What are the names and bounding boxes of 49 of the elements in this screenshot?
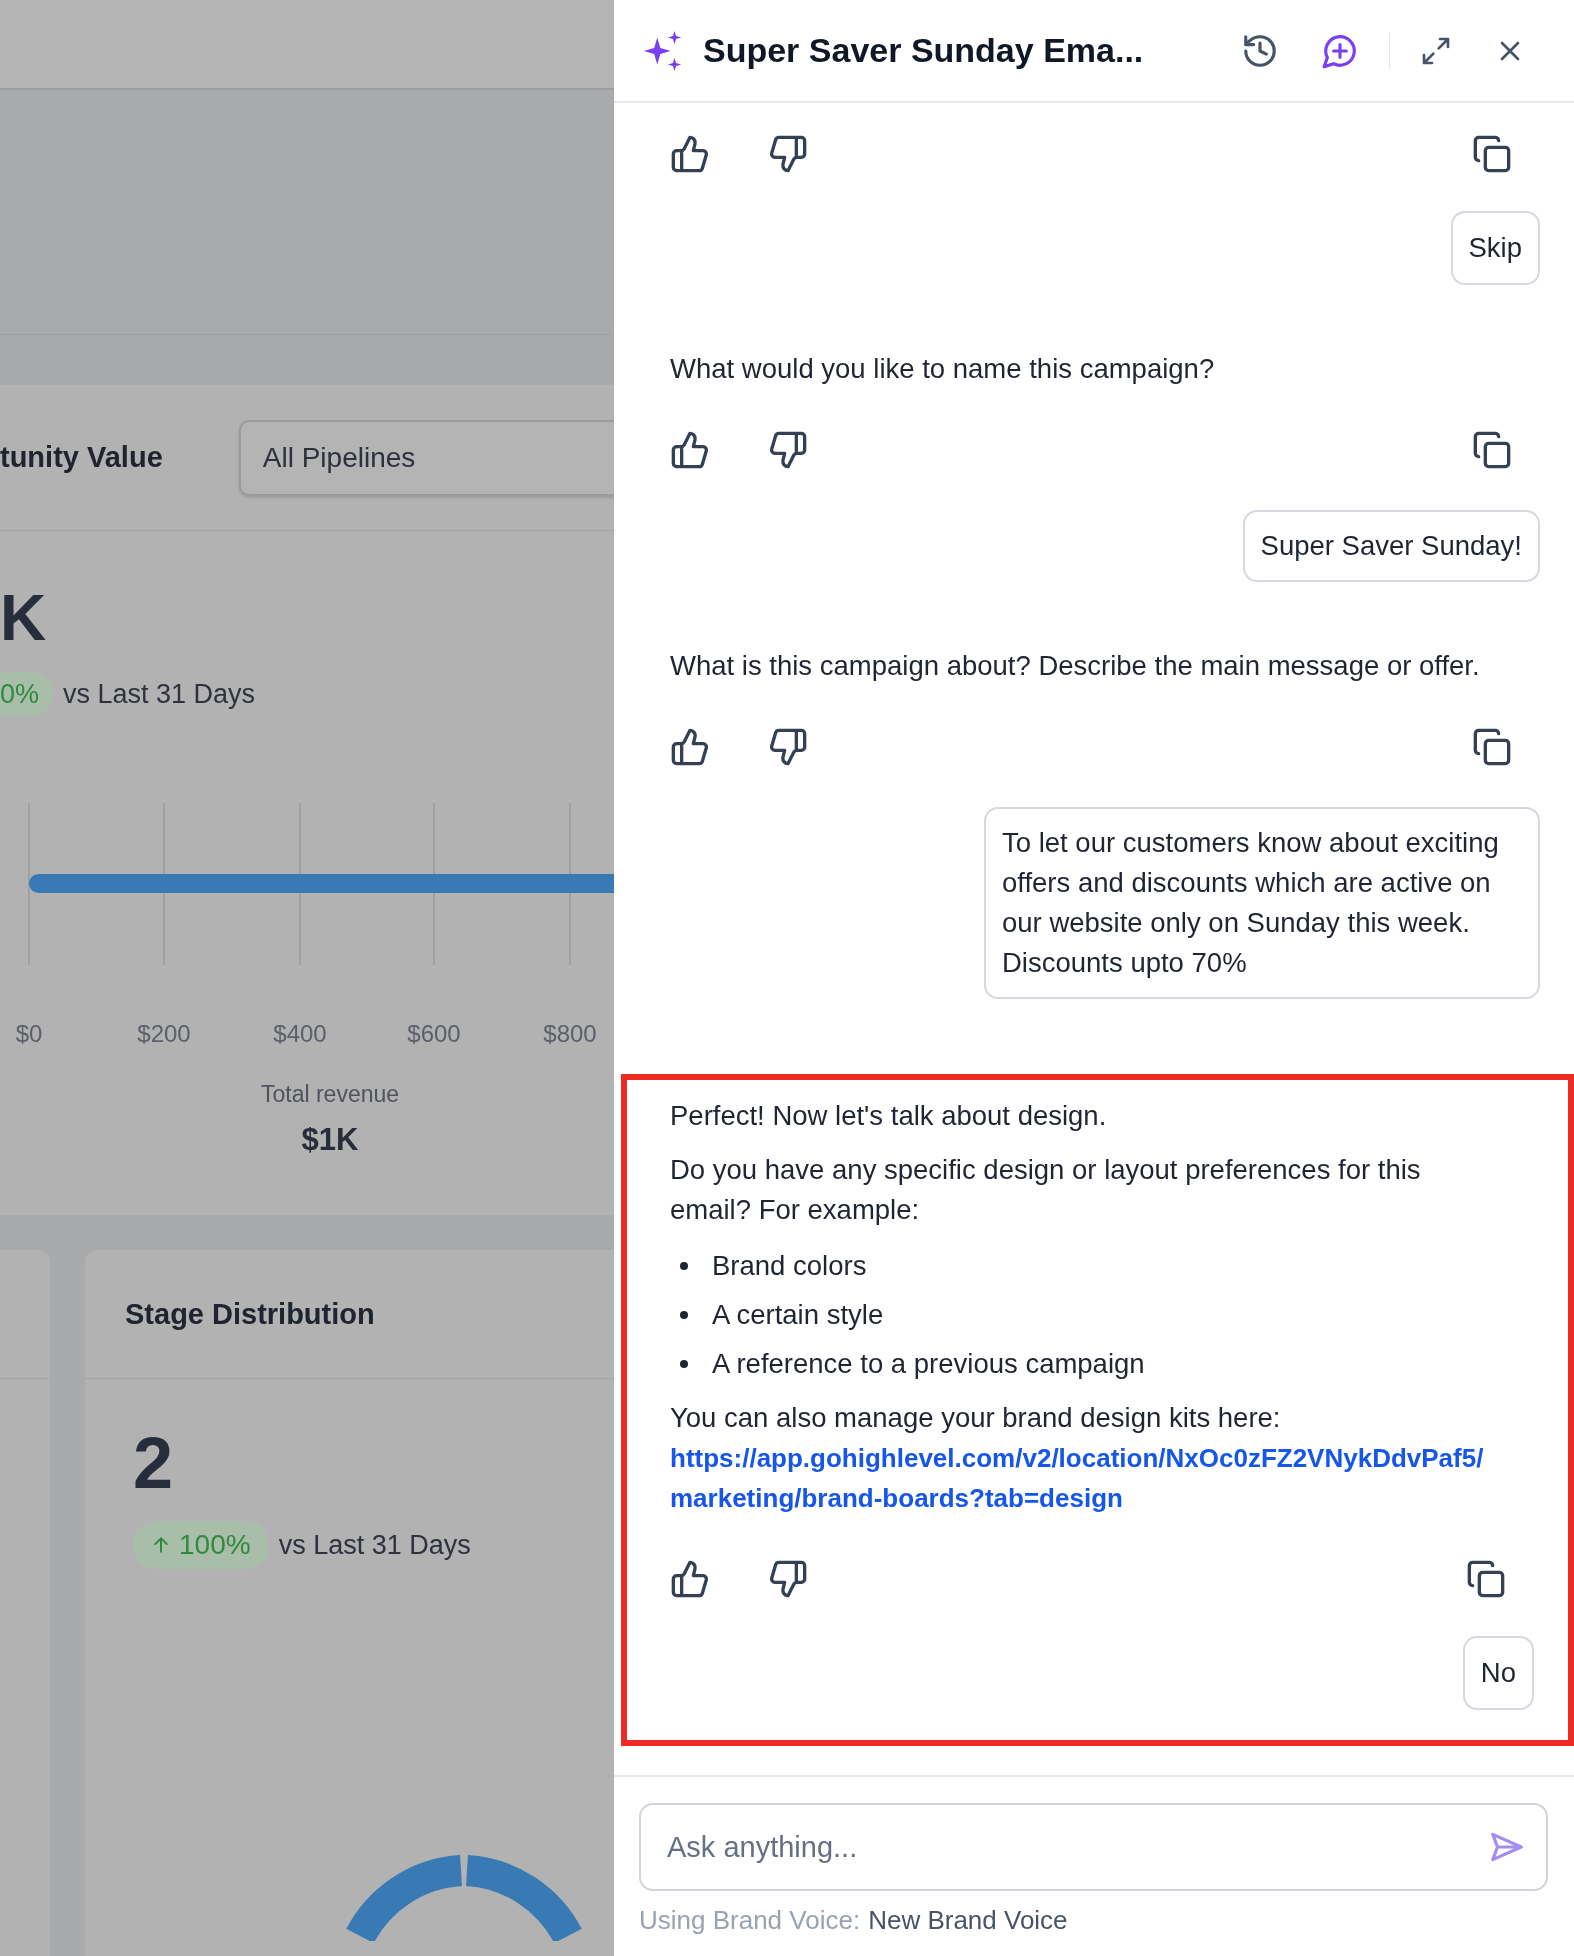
quick-reply-button[interactable]: No: [1462, 1636, 1534, 1710]
axis-label: $600: [407, 1020, 461, 1047]
message-text: What would you like to name this campaign?: [670, 352, 1216, 386]
message-text: You can also manage your brand design kits here:: [670, 1401, 1282, 1435]
thumbs-down-icon[interactable]: [768, 727, 808, 767]
message-text: Do you have any specific design or layout preferences for this email? For example:: [670, 1153, 1422, 1227]
copy-icon[interactable]: [1466, 1559, 1506, 1599]
bullet-dot: [680, 1262, 688, 1270]
thumbs-up-icon[interactable]: [670, 1559, 710, 1599]
arrow-up-icon: [151, 1535, 171, 1555]
total-label: Total revenue: [260, 1081, 400, 1108]
card-title: Stage Distribution: [125, 1297, 375, 1331]
brand-voice-value: New Brand Voice: [868, 1905, 1068, 1936]
list-item: Brand colors: [712, 1249, 867, 1283]
thumbs-up-icon[interactable]: [670, 430, 710, 470]
message-text: Perfect! Now let's talk about design.: [670, 1099, 1108, 1133]
list-item: A reference to a previous campaign: [712, 1347, 1145, 1381]
change-badge: 100%: [133, 1521, 269, 1569]
metric-value: 2: [133, 1427, 174, 1499]
thumbs-up-icon[interactable]: [670, 134, 710, 174]
bullet-dot: [680, 1311, 688, 1319]
axis-label: $0: [15, 1020, 43, 1047]
card-title: tunity Value: [0, 441, 163, 474]
chat-input[interactable]: Ask anything...: [639, 1803, 1548, 1891]
message-text: What is this campaign about? Describe the main message or offer.: [670, 649, 1481, 683]
user-message: To let our customers know about exciting offers and discounts which are active on our website only on Sunday this week. Discounts upto 70%: [984, 807, 1540, 999]
thumbs-down-icon[interactable]: [768, 430, 808, 470]
user-message: Super Saver Sunday!: [1242, 510, 1540, 582]
copy-icon[interactable]: [1472, 430, 1512, 470]
list-item: A certain style: [712, 1298, 884, 1332]
thumbs-up-icon[interactable]: [670, 727, 710, 767]
metric-value: K: [0, 586, 47, 650]
thumbs-down-icon[interactable]: [768, 134, 808, 174]
axis-label: $800: [543, 1020, 597, 1047]
total-value: $1K: [301, 1122, 359, 1158]
brand-voice-label: Using Brand Voice:: [639, 1905, 861, 1936]
bullet-dot: [680, 1360, 688, 1368]
axis-label: $400: [273, 1020, 327, 1047]
comparison-text: vs Last 31 Days: [278, 1529, 471, 1561]
panel-title: Super Saver Sunday Ema...: [703, 31, 1144, 70]
comparison-text: vs Last 31 Days: [63, 678, 256, 710]
quick-reply-button[interactable]: Skip: [1450, 211, 1540, 285]
thumbs-down-icon[interactable]: [768, 1559, 808, 1599]
change-badge: 0%: [0, 672, 54, 716]
copy-icon[interactable]: [1472, 727, 1512, 767]
pipeline-select[interactable]: All Pipelines: [238, 419, 614, 496]
copy-icon[interactable]: [1472, 134, 1512, 174]
link[interactable]: https://app.gohighlevel.com/v2/location/NxOc0zFZ2VNykDdvPaf5/marketing/brand-boards?tab=design: [670, 1438, 1500, 1518]
axis-label: $200: [137, 1020, 191, 1047]
